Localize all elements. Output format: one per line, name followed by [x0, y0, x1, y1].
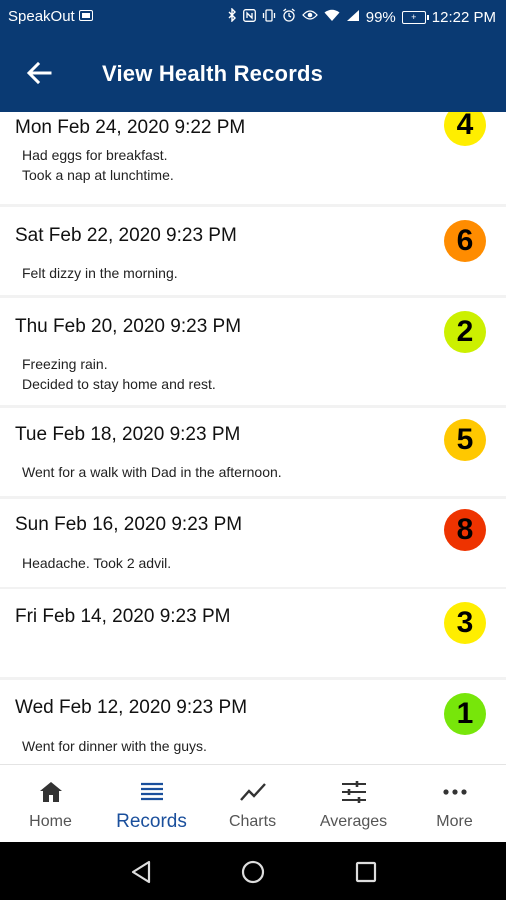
alarm-icon — [282, 8, 296, 26]
bluetooth-icon — [227, 7, 237, 26]
eye-icon — [301, 9, 318, 25]
record-notes: Freezing rain. Decided to stay home and … — [22, 356, 216, 392]
record-date: Fri Feb 14, 2020 9:23 PM — [15, 606, 231, 627]
battery-icon: + — [401, 10, 429, 24]
home-circle-icon[interactable] — [239, 858, 267, 886]
nav-label: Records — [116, 811, 187, 832]
nav-label: Averages — [319, 813, 388, 830]
nav-home[interactable]: Home — [0, 765, 101, 843]
bottom-navigation: Home Records Charts Averages More — [0, 764, 506, 843]
score-badge: 4 — [444, 112, 486, 146]
nfc-icon — [242, 8, 256, 26]
home-icon — [39, 782, 62, 802]
signal-icon — [346, 9, 360, 26]
record-card[interactable]: Fri Feb 14, 2020 9:23 PM 3 — [0, 589, 506, 677]
record-notes: Went for a walk with Dad in the afternoo… — [22, 464, 282, 480]
back-triangle-icon[interactable] — [127, 858, 155, 886]
battery-percent: 99% — [365, 8, 396, 26]
status-time: 12:22 PM — [431, 8, 496, 26]
nav-more[interactable]: More — [404, 765, 505, 843]
status-bar: SpeakOut 99% + 12:22 PM — [0, 0, 506, 34]
nav-label: Home — [29, 813, 72, 830]
vibrate-icon — [262, 8, 276, 26]
nav-label: More — [436, 813, 473, 830]
sliders-icon — [341, 781, 366, 803]
record-card[interactable]: Thu Feb 20, 2020 9:23 PM Freezing rain. … — [0, 298, 506, 405]
app-bar: View Health Records — [0, 34, 506, 112]
records-list[interactable]: Mon Feb 24, 2020 9:22 PM Had eggs for br… — [0, 112, 506, 764]
record-card[interactable]: Sun Feb 16, 2020 9:23 PM Headache. Took … — [0, 499, 506, 587]
record-notes: Had eggs for breakfast. Took a nap at lu… — [22, 147, 174, 183]
record-date: Sat Feb 22, 2020 9:23 PM — [15, 225, 237, 246]
nav-label: Charts — [228, 813, 277, 830]
system-navigation-bar — [0, 842, 506, 900]
line-chart-icon — [239, 783, 266, 801]
nav-records[interactable]: Records — [101, 765, 202, 843]
page-title: View Health Records — [102, 61, 324, 86]
back-button[interactable] — [22, 56, 56, 90]
score-badge: 1 — [444, 693, 486, 735]
record-notes: Headache. Took 2 advil. — [22, 555, 172, 571]
score-badge: 5 — [444, 419, 486, 461]
record-card[interactable]: Tue Feb 18, 2020 9:23 PM Went for a walk… — [0, 408, 506, 496]
recents-square-icon[interactable] — [352, 858, 380, 886]
wifi-icon — [324, 9, 340, 26]
arrow-left-icon — [26, 61, 52, 85]
nav-averages[interactable]: Averages — [303, 765, 404, 843]
nav-charts[interactable]: Charts — [202, 765, 303, 843]
record-date: Thu Feb 20, 2020 9:23 PM — [15, 316, 242, 337]
score-badge: 2 — [444, 311, 486, 353]
record-card[interactable]: Wed Feb 12, 2020 9:23 PM Went for dinner… — [0, 680, 506, 764]
sim-icon — [78, 9, 93, 25]
carrier-name: SpeakOut — [8, 8, 75, 25]
record-card[interactable]: Sat Feb 22, 2020 9:23 PM Felt dizzy in t… — [0, 207, 506, 295]
score-badge: 3 — [444, 602, 486, 644]
record-card[interactable]: Mon Feb 24, 2020 9:22 PM Had eggs for br… — [0, 112, 506, 204]
list-icon — [140, 782, 163, 801]
score-badge: 8 — [444, 509, 486, 551]
record-date: Tue Feb 18, 2020 9:23 PM — [15, 424, 241, 445]
record-date: Mon Feb 24, 2020 9:22 PM — [15, 117, 246, 138]
record-date: Wed Feb 12, 2020 9:23 PM — [15, 697, 248, 718]
score-badge: 6 — [444, 220, 486, 262]
record-date: Sun Feb 16, 2020 9:23 PM — [15, 514, 243, 535]
record-notes: Felt dizzy in the morning. — [22, 265, 178, 281]
record-notes: Went for dinner with the guys. — [22, 738, 207, 754]
more-dots-icon — [442, 789, 467, 795]
